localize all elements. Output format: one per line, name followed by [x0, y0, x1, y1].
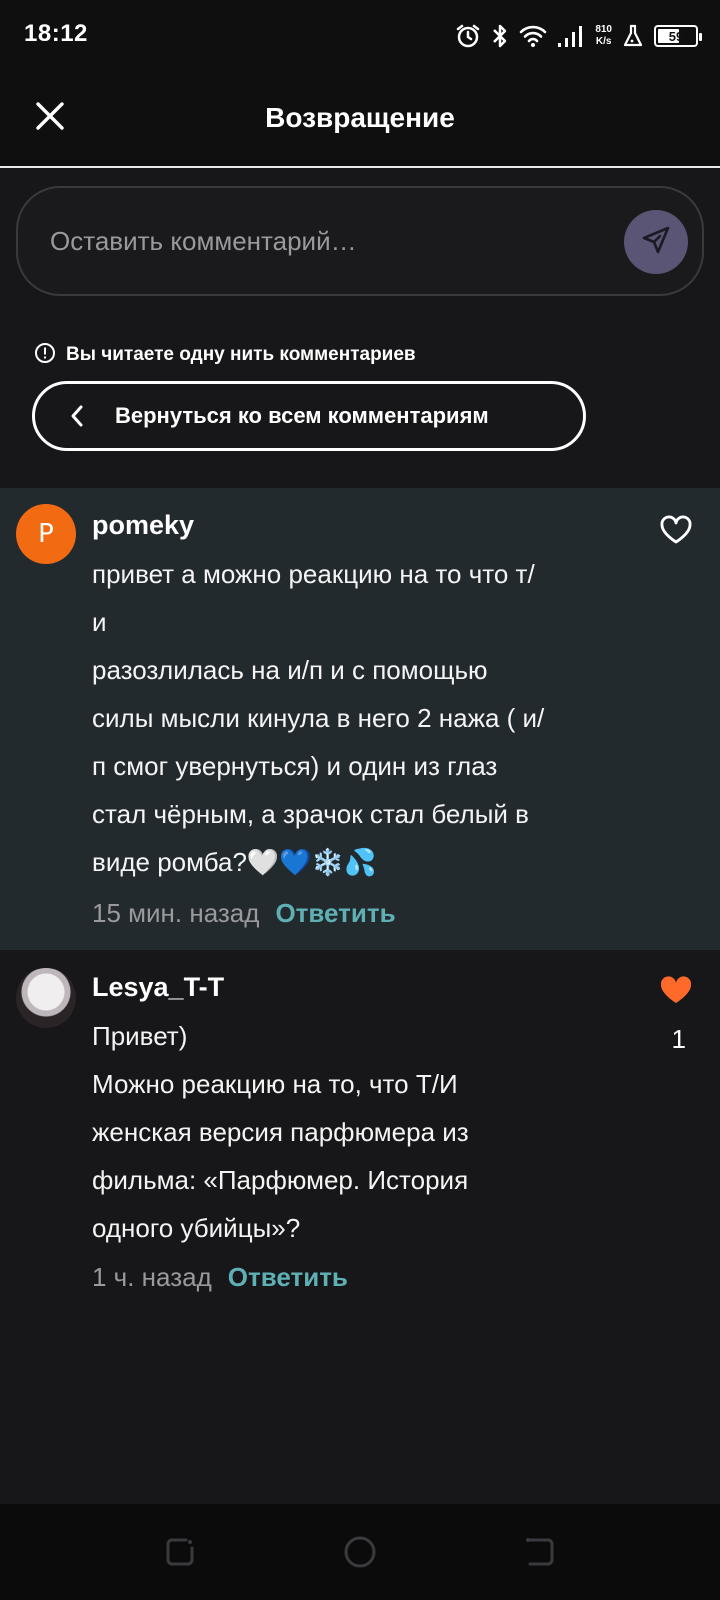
avatar[interactable]: P: [16, 504, 76, 564]
comment-username[interactable]: pomeky: [92, 510, 194, 541]
comment-line: Можно реакцию на то, что Т/И: [92, 1069, 458, 1099]
comment-line: одного убийцы»?: [92, 1213, 301, 1243]
avatar[interactable]: [16, 968, 76, 1028]
comment-time: 1 ч. назад: [92, 1262, 212, 1292]
system-nav-bar: [0, 1504, 720, 1600]
page-title: Возвращение: [265, 102, 455, 133]
comment-input[interactable]: Оставить комментарий…: [16, 186, 704, 296]
back-to-all-comments-button[interactable]: Вернуться ко всем комментариям: [32, 381, 586, 451]
info-icon: [34, 342, 56, 368]
comment-line: виде ромба?🤍💙❄️💦: [92, 847, 377, 877]
comment-line: п смог увернуться) и один из глаз: [92, 751, 498, 781]
back-button-label: Вернуться ко всем комментариям: [115, 403, 489, 428]
avatar-letter: P: [38, 519, 54, 549]
like-button[interactable]: [656, 972, 696, 1012]
comment-item: Lesya_T-T Привет) Можно реакцию на то, ч…: [0, 950, 720, 1310]
wifi-icon: [519, 24, 547, 48]
chevron-left-icon: [69, 404, 89, 428]
thread-notice: Вы читаете одну нить комментариев: [34, 342, 416, 368]
comment-line: привет а можно реакцию на то что т/: [92, 559, 535, 589]
comment-line: Привет): [92, 1021, 188, 1051]
home-icon: [343, 1535, 377, 1573]
reply-button[interactable]: Ответить: [228, 1262, 348, 1293]
comment-text: Привет) Можно реакцию на то, что Т/И жен…: [92, 1012, 622, 1252]
comment-line: женская версия парфюмера из: [92, 1117, 469, 1147]
comment-line: стал чёрным, а зрачок стал белый в: [92, 799, 529, 829]
battery-icon: 59: [654, 25, 702, 47]
comment-meta: 1 ч. назад Ответить: [92, 1262, 348, 1293]
flask-icon: [622, 24, 644, 48]
heart-outline-icon: [659, 515, 693, 549]
send-button[interactable]: [624, 210, 688, 274]
comment-line: и: [92, 607, 107, 637]
heart-filled-icon: [658, 974, 694, 1010]
thread-notice-text: Вы читаете одну нить комментариев: [66, 344, 416, 365]
comment-meta: 15 мин. назад Ответить: [92, 898, 396, 929]
comment-username[interactable]: Lesya_T-T: [92, 972, 224, 1003]
bluetooth-icon: [491, 23, 509, 49]
recent-apps-button[interactable]: [160, 1534, 200, 1574]
recent-apps-icon: [164, 1536, 196, 1572]
comment-item: P pomeky привет а можно реакцию на то чт…: [0, 488, 720, 950]
back-nav-button[interactable]: [520, 1534, 560, 1574]
back-nav-icon: [524, 1536, 556, 1572]
net-speed: 810 K/s: [595, 24, 612, 48]
like-count: 1: [671, 1024, 686, 1054]
status-icons: 810 K/s 59: [455, 18, 702, 54]
comment-line: разозлилась на и/п и с помощью: [92, 655, 488, 685]
battery-level: 59: [668, 28, 684, 44]
comment-line: силы мысли кинула в него 2 нажа ( и/: [92, 703, 545, 733]
net-speed-unit: K/s: [595, 36, 612, 47]
alarm-icon: [455, 23, 481, 49]
status-bar: 18:12 810 K/s 59: [0, 0, 720, 72]
comment-time: 15 мин. назад: [92, 898, 260, 928]
comment-line: фильма: «Парфюмер. История: [92, 1165, 469, 1195]
send-icon: [640, 224, 672, 260]
comment-input-placeholder: Оставить комментарий…: [50, 226, 357, 256]
header: Возвращение: [0, 72, 720, 168]
status-time: 18:12: [24, 20, 88, 47]
like-button[interactable]: [656, 512, 696, 552]
comment-text: привет а можно реакцию на то что т/ и ра…: [92, 550, 622, 886]
net-speed-value: 810: [595, 24, 612, 35]
signal-icon: [557, 24, 585, 48]
home-button[interactable]: [340, 1534, 380, 1574]
reply-button[interactable]: Ответить: [275, 898, 395, 929]
